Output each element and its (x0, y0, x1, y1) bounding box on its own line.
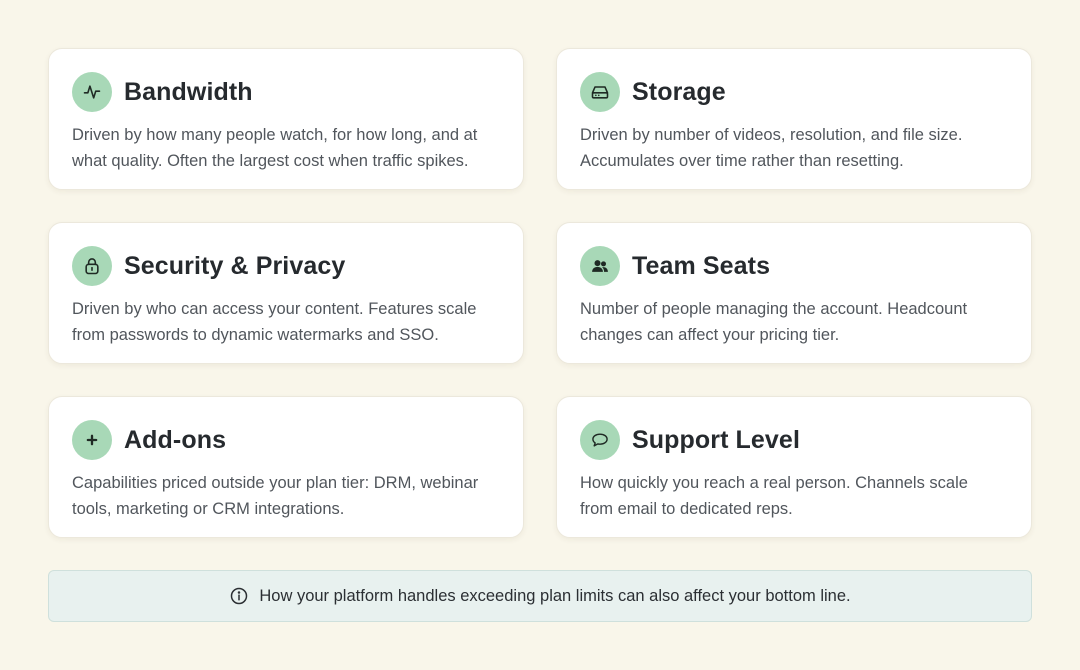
card-description: Driven by how many people watch, for how… (72, 126, 478, 170)
info-note-text: How your platform handles exceeding plan… (259, 586, 851, 605)
cost-factors-grid: Bandwidth Driven by how many people watc… (48, 48, 1032, 538)
card-header: Bandwidth (72, 72, 500, 112)
card-description: Number of people managing the account. H… (580, 300, 968, 344)
card-description: Driven by who can access your content. F… (72, 300, 477, 344)
card-description: Capabilities priced outside your plan ti… (72, 474, 479, 518)
card-team-seats: Team Seats Number of people managing the… (556, 222, 1032, 364)
plus-icon (72, 420, 112, 460)
info-note: How your platform handles exceeding plan… (48, 570, 1032, 622)
lock-icon (72, 246, 112, 286)
card-header: Add-ons (72, 420, 500, 460)
card-title: Security & Privacy (124, 251, 346, 280)
info-icon (229, 586, 249, 606)
card-title: Add-ons (124, 425, 227, 454)
card-header: Support Level (580, 420, 1008, 460)
card-description: How quickly you reach a real person. Cha… (580, 474, 968, 518)
card-title: Support Level (632, 425, 800, 454)
users-icon (580, 246, 620, 286)
card-title: Team Seats (632, 251, 771, 280)
card-support-level: Support Level How quickly you reach a re… (556, 396, 1032, 538)
card-description: Driven by number of videos, resolution, … (580, 126, 963, 170)
card-header: Security & Privacy (72, 246, 500, 286)
card-add-ons: Add-ons Capabilities priced outside your… (48, 396, 524, 538)
card-title: Storage (632, 77, 726, 106)
card-title: Bandwidth (124, 77, 253, 106)
card-header: Storage (580, 72, 1008, 112)
card-security-privacy: Security & Privacy Driven by who can acc… (48, 222, 524, 364)
card-header: Team Seats (580, 246, 1008, 286)
activity-pulse-icon (72, 72, 112, 112)
card-storage: Storage Driven by number of videos, reso… (556, 48, 1032, 190)
card-bandwidth: Bandwidth Driven by how many people watc… (48, 48, 524, 190)
hard-drive-icon (580, 72, 620, 112)
chat-bubble-icon (580, 420, 620, 460)
